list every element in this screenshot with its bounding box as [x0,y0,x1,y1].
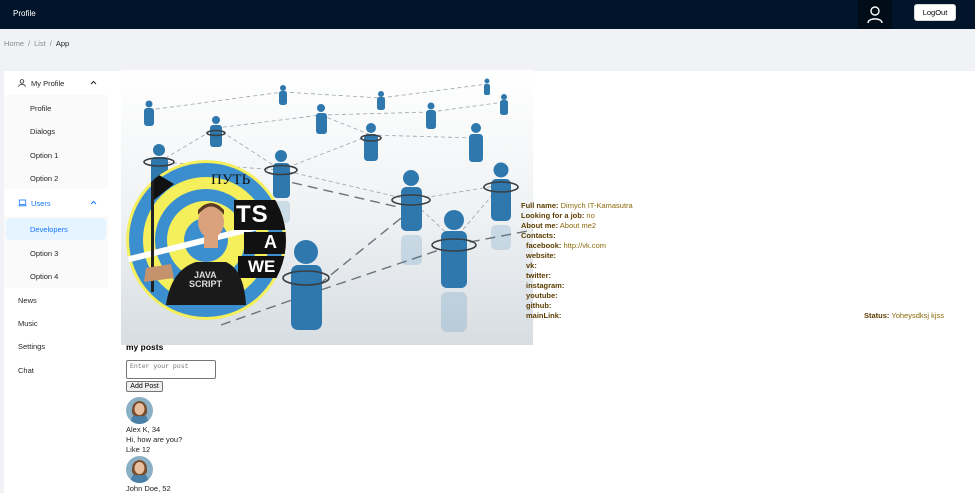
post-avatar-image [126,456,153,483]
chevron-up-icon [90,80,97,85]
sidebar: My Profile Profile Dialogs Option 1 Opti… [4,71,108,493]
user-icon [867,5,883,23]
avatar-illustration [126,160,286,320]
contact-facebook: facebook: http://vk.com [521,241,633,251]
logout-button[interactable]: LogOut [914,4,956,21]
menu-item-news[interactable]: News [4,289,108,312]
menu-item-label: Option 2 [30,173,59,183]
menu-item-label: Dialogs [30,126,56,136]
menu-item-settings[interactable]: Settings [4,335,108,358]
breadcrumb-separator: / [28,39,31,48]
contact-twitter: twitter: [521,271,633,281]
job-label: Looking for a job: [521,211,585,220]
post-avatar [126,397,153,424]
user-avatar-button[interactable] [858,0,892,29]
breadcrumb-separator: / [49,39,52,48]
full-name-label: Full name: [521,201,559,210]
submenu-users-list: Developers Option 3 Option 4 [4,216,108,288]
menu-item-dialogs[interactable]: Dialogs [4,120,108,142]
contact-value: http://vk.com [563,241,607,250]
menu-item-label: News [18,296,37,305]
menu-item-label: Profile [30,103,52,113]
about-label: About me: [521,221,559,230]
breadcrumb-home[interactable]: Home [4,39,24,48]
user-icon [18,79,26,87]
menu-item-option-1[interactable]: Option 1 [4,144,108,166]
about-value: About me2 [559,221,597,230]
contact-label: facebook: [526,241,562,250]
full-name-row: Full name: Dimych IT-Kamasutra [521,201,633,211]
status-value: Yoheysdksj kjss [891,311,945,320]
posts-title: my posts [126,342,164,352]
menu-item-option-4[interactable]: Option 4 [4,265,108,287]
avatar-text-ts: TS [236,201,269,228]
profile-status[interactable]: Status: Yoheysdksj kjss [864,311,944,320]
contacts-label: Contacts: [521,231,556,240]
job-row: Looking for a job: no [521,211,633,221]
menu-item-label: Option 4 [30,271,59,281]
post-text: Hi, how are you? [126,435,183,444]
post-item: Alex K, 34 Hi, how are you? Like 12 [126,397,182,455]
submenu-label: My Profile [31,79,65,88]
contacts-row: Contacts: [521,231,633,241]
breadcrumb-app: App [55,39,70,48]
menu-item-chat[interactable]: Chat [4,359,108,382]
submenu-my-profile-list: Profile Dialogs Option 1 Option 2 [4,95,108,189]
laptop-icon [18,199,27,207]
post-avatar [126,456,153,483]
submenu-users[interactable]: Users [4,192,108,215]
contact-label: youtube: [526,291,558,300]
breadcrumb-list[interactable]: List [34,39,46,48]
menu-item-profile[interactable]: Profile [4,97,108,119]
profile-cover-image: ПУТЬ TS A WE JAVA SCRIPT [121,70,533,345]
menu-item-option-2[interactable]: Option 2 [4,167,108,189]
contact-vk: vk: [521,261,633,271]
contact-label: mainLink: [526,311,562,320]
contact-instagram: instagram: [521,281,633,291]
breadcrumb: Home / List / App [4,39,69,48]
contact-label: github: [526,301,552,310]
status-label: Status: [864,311,890,320]
chevron-up-icon [90,200,97,205]
full-name-value: Dimych IT-Kamasutra [560,201,633,210]
contact-mainlink: mainLink: [521,311,633,321]
contact-label: instagram: [526,281,565,290]
menu-item-label: Music [18,319,38,328]
menu-item-label: Chat [18,366,34,375]
avatar-text-we: WE [248,257,276,276]
contact-label: website: [526,251,557,260]
top-header: Profile LogOut [0,0,975,29]
header-title: Profile [13,9,36,18]
profile-info: Full name: Dimych IT-Kamasutra Looking f… [521,201,633,321]
menu-item-option-3[interactable]: Option 3 [4,242,108,264]
menu-item-music[interactable]: Music [4,312,108,335]
menu-item-label: Settings [18,342,46,351]
new-post-input[interactable] [126,360,216,379]
avatar-text-put: ПУТЬ [211,172,251,188]
submenu-label: Users [31,199,51,208]
avatar-shirt-text-2: SCRIPT [189,279,223,289]
post-avatar-image [126,397,153,424]
about-row: About me: About me2 [521,221,633,231]
contact-website: website: [521,251,633,261]
add-post-button[interactable]: Add Post [126,381,163,392]
menu-item-label: Option 1 [30,150,59,160]
post-likes[interactable]: Like 12 [126,445,182,455]
contact-github: github: [521,301,633,311]
contact-label: vk: [526,261,537,270]
contact-label: twitter: [526,271,551,280]
submenu-my-profile[interactable]: My Profile [4,72,108,95]
job-value: no [586,211,595,220]
post-author: Alex K, 34 [126,425,161,434]
profile-avatar: ПУТЬ TS A WE JAVA SCRIPT [126,160,286,320]
post-author: John Doe, 52 [126,484,171,493]
contact-youtube: youtube: [521,291,633,301]
menu-item-developers[interactable]: Developers [6,218,106,240]
avatar-text-a: A [264,232,277,252]
post-item: John Doe, 52 [126,456,171,493]
menu-item-label: Option 3 [30,248,59,258]
menu-item-label: Developers [30,224,68,234]
